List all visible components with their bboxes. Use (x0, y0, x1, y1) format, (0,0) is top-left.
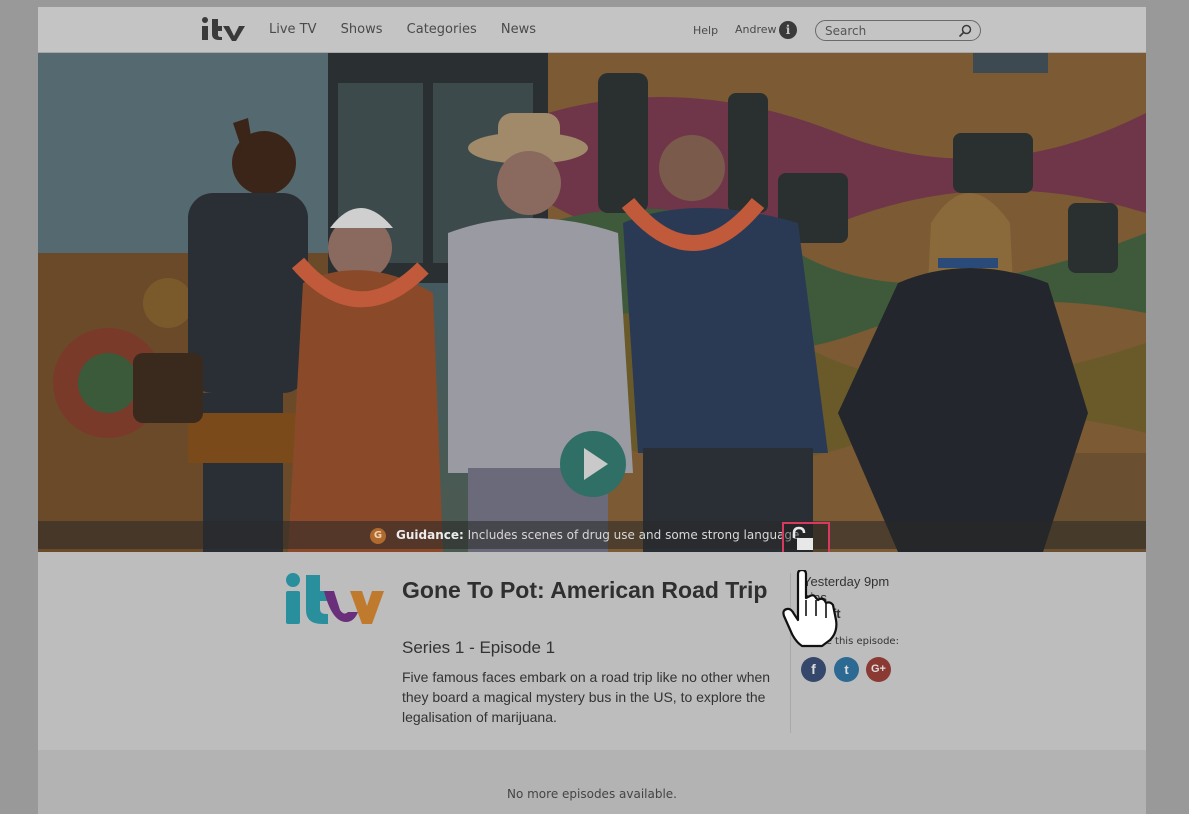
no-more-episodes: No more episodes available. (506, 787, 677, 801)
guidance-label: Guidance: (396, 528, 464, 542)
facebook-icon[interactable]: f (801, 657, 826, 682)
twitter-icon[interactable]: t (834, 657, 859, 682)
hand-pointer-icon (782, 570, 838, 648)
programme-description: Five famous faces embark on a road trip … (402, 669, 771, 725)
main-nav: Live TV Shows Categories News (269, 22, 556, 37)
google-plus-icon[interactable]: G+ (866, 657, 891, 682)
page: Live TV Shows Categories News Help Andre… (38, 7, 1146, 814)
nav-shows[interactable]: Shows (341, 22, 383, 37)
search-input[interactable] (825, 23, 960, 39)
episodes-section: No more episodes available. (38, 750, 1146, 814)
itv-logo[interactable] (201, 16, 251, 42)
series-episode: Series 1 - Episode 1 (402, 638, 556, 657)
search-box (815, 20, 981, 41)
top-navigation: Live TV Shows Categories News Help Andre… (38, 7, 1146, 53)
user-info-icon[interactable]: i (779, 21, 797, 39)
nav-categories[interactable]: Categories (407, 22, 477, 37)
guidance-bar: G Guidance: Includes scenes of drug use … (38, 521, 1146, 549)
programme-title: Gone To Pot: American Road Trip (402, 577, 768, 603)
nav-live-tv[interactable]: Live TV (269, 22, 317, 37)
unlock-icon (792, 526, 813, 550)
nav-news[interactable]: News (501, 22, 536, 37)
hero-image: G Guidance: Includes scenes of drug use … (38, 53, 1146, 552)
help-link[interactable]: Help (693, 24, 718, 37)
guidance-badge: G (370, 528, 386, 544)
user-name[interactable]: Andrew (735, 23, 777, 36)
guidance-text: Guidance: Includes scenes of drug use an… (396, 528, 799, 542)
search-icon[interactable] (958, 24, 972, 38)
guidance-unlock-button[interactable] (782, 522, 830, 552)
channel-logo (286, 573, 384, 624)
play-button[interactable] (560, 431, 626, 497)
guidance-message: Includes scenes of drug use and some str… (467, 528, 800, 542)
